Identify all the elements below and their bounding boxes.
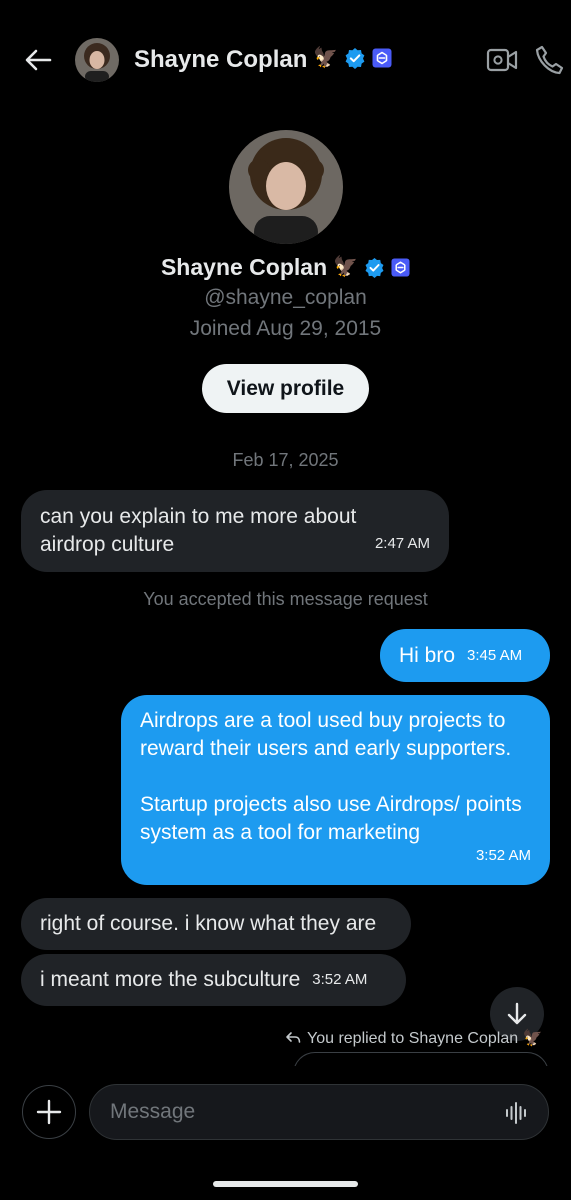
- message-input-container: [89, 1084, 549, 1140]
- affiliate-badge-icon: [391, 257, 410, 277]
- view-profile-button[interactable]: View profile: [202, 364, 369, 413]
- voice-message-button[interactable]: [504, 1100, 530, 1126]
- reply-arrow-icon: [286, 1032, 301, 1043]
- eagle-emoji: 🦅: [313, 47, 338, 69]
- reply-note: You replied to Shayne Coplan 🦅: [285, 1028, 543, 1048]
- message-time: 3:52 AM: [475, 847, 531, 864]
- message-time: 2:47 AM: [374, 535, 430, 552]
- message-text: Hi bro: [399, 643, 456, 667]
- message-bubble-incoming[interactable]: right of course. i know what they are: [21, 898, 411, 950]
- message-text: i meant more the subculture: [40, 968, 301, 991]
- profile-name: Shayne Coplan: [160, 254, 328, 280]
- message-paragraph: Startup projects also use Airdrops/ poin…: [140, 793, 522, 844]
- plus-icon: [36, 1099, 62, 1125]
- voice-call-button[interactable]: [534, 44, 564, 76]
- message-paragraph: Airdrops are a tool used buy projects to…: [140, 709, 512, 760]
- arrow-down-icon: [507, 1002, 527, 1025]
- message-text: can you explain to me more about airdrop…: [40, 505, 357, 556]
- add-media-button[interactable]: [22, 1085, 76, 1139]
- header-avatar[interactable]: [75, 38, 119, 82]
- phone-icon: [535, 45, 564, 75]
- back-button[interactable]: [22, 44, 54, 76]
- video-call-button[interactable]: [486, 45, 518, 75]
- message-bubble-incoming[interactable]: i meant more the subculture 3:52 AM: [21, 954, 406, 1006]
- verified-badge-icon: [345, 48, 365, 69]
- profile-joined-date: Joined Aug 29, 2015: [189, 317, 382, 340]
- message-time: 3:45 AM: [467, 646, 523, 664]
- eagle-emoji: 🦅: [333, 256, 359, 278]
- date-separator: Feb 17, 2025: [232, 450, 339, 470]
- verified-badge-icon: [365, 257, 384, 278]
- composer-bar: [0, 1066, 571, 1200]
- message-bubble-incoming[interactable]: can you explain to me more about airdrop…: [21, 490, 449, 572]
- reply-note-text: You replied to Shayne Coplan 🦅: [307, 1030, 543, 1047]
- profile-name-row: Shayne Coplan 🦅: [0, 252, 571, 282]
- message-bubble-outgoing[interactable]: Airdrops are a tool used buy projects to…: [121, 695, 550, 885]
- affiliate-badge-icon: [372, 48, 392, 68]
- message-text: right of course. i know what they are: [40, 912, 377, 935]
- profile-avatar[interactable]: [229, 130, 343, 244]
- message-input[interactable]: [110, 1085, 490, 1139]
- conversation-header: Shayne Coplan 🦅: [0, 0, 571, 120]
- message-bubble-outgoing[interactable]: Hi bro 3:45 AM: [380, 629, 550, 682]
- home-indicator[interactable]: [213, 1181, 358, 1187]
- voice-wave-icon: [506, 1102, 526, 1124]
- header-badges: 🦅: [313, 46, 392, 70]
- header-name[interactable]: Shayne Coplan: [134, 45, 307, 75]
- back-arrow-icon: [25, 49, 52, 71]
- video-camera-icon: [486, 48, 518, 72]
- profile-handle: @shayne_coplan: [204, 286, 367, 309]
- system-note: You accepted this message request: [143, 589, 428, 609]
- message-time: 3:52 AM: [312, 971, 368, 988]
- dm-conversation-screen: Shayne Coplan 🦅 Shayne Coplan 🦅 @shayne_…: [0, 0, 571, 1200]
